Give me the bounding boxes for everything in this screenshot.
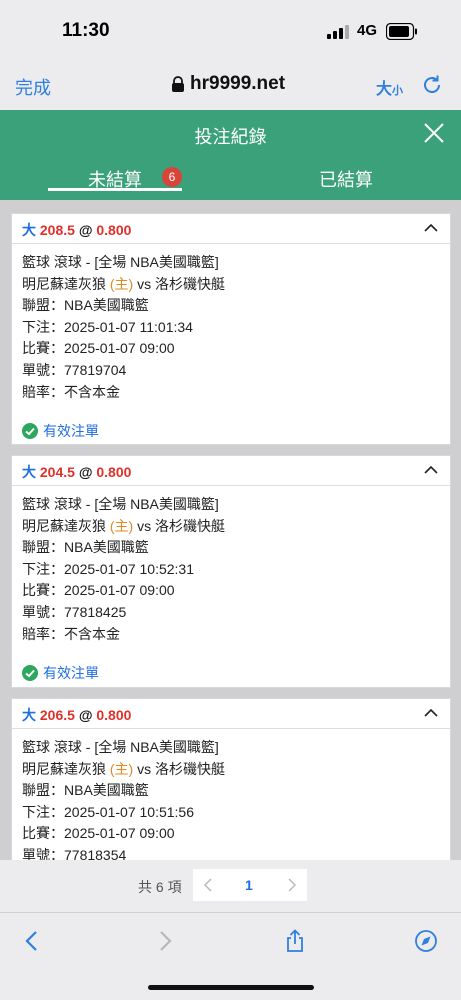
bet-matchup: 明尼蘇達灰狼 (主) vs 洛杉磯快艇: [22, 517, 225, 534]
share-icon[interactable]: [283, 929, 307, 953]
ticket-number: 單號：77818354: [22, 846, 127, 860]
forward-icon[interactable]: [153, 929, 177, 953]
bet-at: @: [74, 464, 97, 480]
url-host[interactable]: hr9999.net: [190, 73, 285, 95]
match-time: 比賽：2025-01-07 09:00: [22, 582, 175, 599]
bet-odds: 0.800: [96, 222, 132, 238]
bet-card-header[interactable]: 大 206.5 @ 0.800: [12, 699, 450, 729]
close-icon[interactable]: [423, 122, 445, 144]
lock-icon: [172, 76, 184, 92]
signal-icon: [327, 25, 349, 39]
home-tag: (主): [109, 760, 134, 777]
back-icon[interactable]: [20, 929, 44, 953]
bet-sport: 籃球 滾球 - [全場 NBA美國職籃]: [22, 739, 219, 755]
home-tag: (主): [109, 517, 134, 534]
check-circle-icon: [22, 423, 38, 440]
compass-icon[interactable]: [414, 929, 438, 953]
bet-details: 籃球 滾球 - [全場 NBA美國職籃] 明尼蘇達灰狼 (主) vs 洛杉磯快艇…: [12, 729, 450, 860]
chevron-left-icon[interactable]: [203, 878, 213, 892]
bet-card-header[interactable]: 大 208.5 @ 0.800: [12, 214, 450, 244]
status-time: 11:30: [62, 20, 110, 41]
bet-details: 籃球 滾球 - [全場 NBA美國職籃] 明尼蘇達灰狼 (主) vs 洛杉磯快艇…: [12, 244, 450, 447]
bet-sport: 籃球 滾球 - [全場 NBA美國職籃]: [22, 254, 219, 270]
bet-side: 大: [22, 222, 36, 238]
bet-odds: 0.800: [96, 464, 132, 480]
reload-icon[interactable]: [421, 74, 443, 96]
done-button[interactable]: 完成: [15, 74, 51, 100]
bet-card-header[interactable]: 大 204.5 @ 0.800: [12, 456, 450, 486]
current-page[interactable]: 1: [245, 877, 253, 893]
home-indicator: [148, 985, 314, 990]
bet-time: 下注：2025-01-07 10:52:31: [22, 560, 194, 577]
total-count: 共 6 項: [138, 879, 182, 895]
bet-sport: 籃球 滾球 - [全場 NBA美國職籃]: [22, 496, 219, 512]
bet-time: 下注：2025-01-07 10:51:56: [22, 803, 194, 820]
text-size-button[interactable]: 大小: [376, 75, 403, 99]
check-circle-icon: [22, 665, 38, 682]
bet-matchup: 明尼蘇達灰狼 (主) vs 洛杉磯快艇: [22, 275, 225, 292]
page-title: 投注紀錄: [194, 127, 267, 147]
pagination: 共 6 項 1: [0, 860, 461, 912]
match-time: 比賽：2025-01-07 09:00: [22, 340, 175, 357]
network-type: 4G: [357, 22, 378, 39]
bet-details: 籃球 滾球 - [全場 NBA美國職籃] 明尼蘇達灰狼 (主) vs 洛杉磯快艇…: [12, 486, 450, 689]
bet-records-header: 投注紀錄 未結算 6 已結算: [0, 110, 461, 200]
page-selector: 1: [193, 869, 307, 901]
odds-type: 賠率：不含本金: [22, 625, 120, 642]
valid-status: 有效注單: [22, 419, 440, 443]
bet-time: 下注：2025-01-07 11:01:34: [22, 318, 193, 335]
bet-card: 大 206.5 @ 0.800 籃球 滾球 - [全場 NBA美國職籃] 明尼蘇…: [11, 698, 451, 860]
odds-type: 賠率：不含本金: [22, 383, 120, 400]
ticket-number: 單號：77819704: [22, 361, 127, 378]
home-tag: (主): [109, 275, 134, 292]
bet-at: @: [74, 707, 97, 723]
battery-icon: [386, 23, 417, 40]
ticket-number: 單號：77818425: [22, 603, 127, 620]
unsettled-count-badge: 6: [162, 167, 182, 187]
bet-league: 聯盟：NBA美國職籃: [22, 297, 149, 314]
bet-odds: 0.800: [96, 707, 132, 723]
bet-league: 聯盟：NBA美國職籃: [22, 782, 149, 799]
chevron-right-icon[interactable]: [287, 878, 297, 892]
caret-up-icon[interactable]: [424, 223, 438, 233]
bet-line: 208.5: [39, 222, 75, 238]
bet-card: 大 204.5 @ 0.800 籃球 滾球 - [全場 NBA美國職籃] 明尼蘇…: [11, 455, 451, 688]
active-tab-indicator: [48, 188, 182, 191]
bet-league: 聯盟：NBA美國職籃: [22, 539, 149, 556]
caret-up-icon[interactable]: [424, 465, 438, 475]
tab-settled[interactable]: 已結算: [319, 166, 373, 192]
valid-status: 有效注單: [22, 661, 440, 685]
bet-line: 204.5: [39, 464, 75, 480]
match-time: 比賽：2025-01-07 09:00: [22, 825, 175, 842]
bet-side: 大: [22, 464, 36, 480]
status-bar: 11:30 4G: [0, 0, 461, 62]
browser-url-bar: 完成 hr9999.net 大小: [0, 62, 461, 110]
bet-line: 206.5: [39, 707, 75, 723]
bet-matchup: 明尼蘇達灰狼 (主) vs 洛杉磯快艇: [22, 760, 225, 777]
bet-list[interactable]: 大 208.5 @ 0.800 籃球 滾球 - [全場 NBA美國職籃] 明尼蘇…: [0, 200, 461, 860]
bet-at: @: [74, 222, 97, 238]
bet-card: 大 208.5 @ 0.800 籃球 滾球 - [全場 NBA美國職籃] 明尼蘇…: [11, 213, 451, 445]
bet-side: 大: [22, 707, 36, 723]
caret-up-icon[interactable]: [424, 708, 438, 718]
